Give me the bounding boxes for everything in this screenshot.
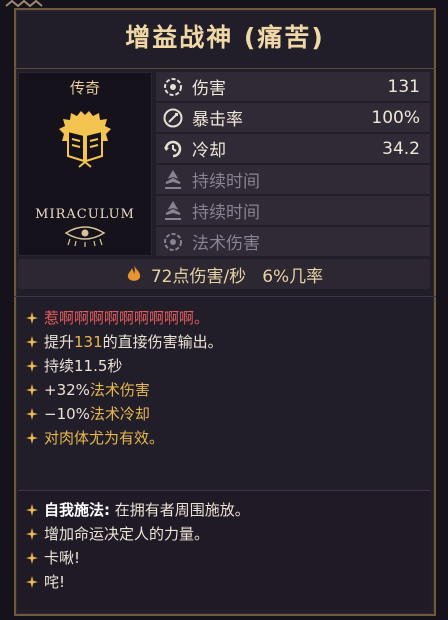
stat-row-duration-2: 持续时间 — [156, 196, 430, 225]
stat-label: 伤害 — [192, 79, 226, 99]
flame-icon — [127, 265, 140, 281]
stat-value: 34.2 — [382, 138, 420, 159]
lore-line: 咤! — [26, 570, 424, 594]
effect-line: −10%法术冷却 — [26, 402, 424, 426]
line-text: 卡啾! — [44, 549, 81, 567]
stat-row-cooldown: 冷却 34.2 — [156, 134, 430, 163]
line-text: 的直接伤害输出。 — [102, 333, 223, 351]
lore-description: 自我施法: 在拥有者周围施放。增加命运决定人的力量。 卡啾! 咤! — [26, 498, 424, 594]
line-text: 法术伤害 — [89, 381, 150, 399]
line-text: 自我施法: — [44, 501, 110, 519]
stat-row-crit: 暴击率 100% — [156, 103, 430, 132]
bullet-star-icon — [26, 552, 38, 564]
stat-label: 冷却 — [192, 141, 226, 161]
bullet-star-icon — [26, 408, 38, 420]
cooldown-icon — [160, 136, 186, 162]
effect-line: +32%法术伤害 — [26, 378, 424, 402]
line-text: −10% — [44, 405, 90, 423]
stat-label: 法术伤害 — [192, 234, 260, 254]
line-text: 惹啊啊啊啊啊啊啊啊啊。 — [44, 309, 210, 327]
lore-line: 卡啾! — [26, 546, 424, 570]
line-text: +32% — [44, 381, 90, 399]
bullet-star-icon — [26, 336, 38, 348]
section-divider — [14, 296, 436, 297]
eye-icon — [64, 226, 106, 247]
effect-line: 提升131的直接伤害输出。 — [26, 330, 424, 354]
stat-row-spell-damage: 法术伤害 — [156, 227, 430, 256]
frame-decor-icon — [5, 0, 43, 8]
line-text: 对肉体尤为有效。 — [44, 429, 165, 447]
duration-icon — [160, 167, 186, 193]
stat-label: 暴击率 — [192, 110, 243, 130]
stat-value: 100% — [371, 107, 420, 128]
title-divider — [14, 68, 436, 69]
dps-bar: 72点伤害/秒 6%几率 — [18, 259, 430, 289]
lore-line: 自我施法: 在拥有者周围施放。 — [26, 498, 424, 522]
stats-list: 伤害 131 暴击率 100% 冷却 34.2 持续时间 持续时间 法术伤害 — [156, 72, 430, 258]
bullet-star-icon — [26, 504, 38, 516]
effect-description: 惹啊啊啊啊啊啊啊啊啊。 提升131的直接伤害输出。 持续11.5秒 +32%法术伤害 −… — [26, 306, 424, 450]
line-text: 131 — [74, 333, 103, 351]
effect-line: 对肉体尤为有效。 — [26, 426, 424, 450]
line-text: 提升 — [44, 333, 75, 351]
brand-logo-text: MIRACULUM — [35, 207, 135, 222]
rarity-label: 传奇 — [69, 79, 100, 97]
bullet-star-icon — [26, 384, 38, 396]
effect-line: 持续11.5秒 — [26, 354, 424, 378]
spell-damage-icon — [160, 229, 186, 255]
line-text: 法术冷却 — [89, 405, 150, 423]
bullet-star-icon — [26, 528, 38, 540]
item-title: 增益战神 (痛苦) — [125, 23, 325, 52]
item-card: 传奇 MIRACULUM — [18, 72, 152, 256]
crit-icon — [160, 105, 186, 131]
line-text: 咤! — [44, 573, 66, 591]
damage-icon — [160, 74, 186, 100]
stat-row-duration: 持续时间 — [156, 165, 430, 194]
stat-row-damage: 伤害 131 — [156, 72, 430, 101]
bullet-star-icon — [26, 312, 38, 324]
bullet-star-icon — [26, 432, 38, 444]
line-text: 持续11.5秒 — [44, 357, 123, 375]
duration-icon — [160, 198, 186, 224]
stat-label: 持续时间 — [192, 203, 260, 223]
dps-value: 72点伤害/秒 — [150, 266, 247, 287]
proc-chance: 6%几率 — [262, 266, 324, 287]
bullet-star-icon — [26, 576, 38, 588]
line-text: 增加命运决定人的力量。 — [44, 525, 210, 543]
bullet-star-icon — [26, 360, 38, 372]
stat-label: 持续时间 — [192, 172, 260, 192]
lore-line: 增加命运决定人的力量。 — [26, 522, 424, 546]
line-text: 在拥有者周围施放。 — [110, 501, 250, 519]
effect-line: 惹啊啊啊啊啊啊啊啊啊。 — [26, 306, 424, 330]
spellbook-icon — [59, 111, 111, 168]
stat-value: 131 — [387, 76, 420, 97]
